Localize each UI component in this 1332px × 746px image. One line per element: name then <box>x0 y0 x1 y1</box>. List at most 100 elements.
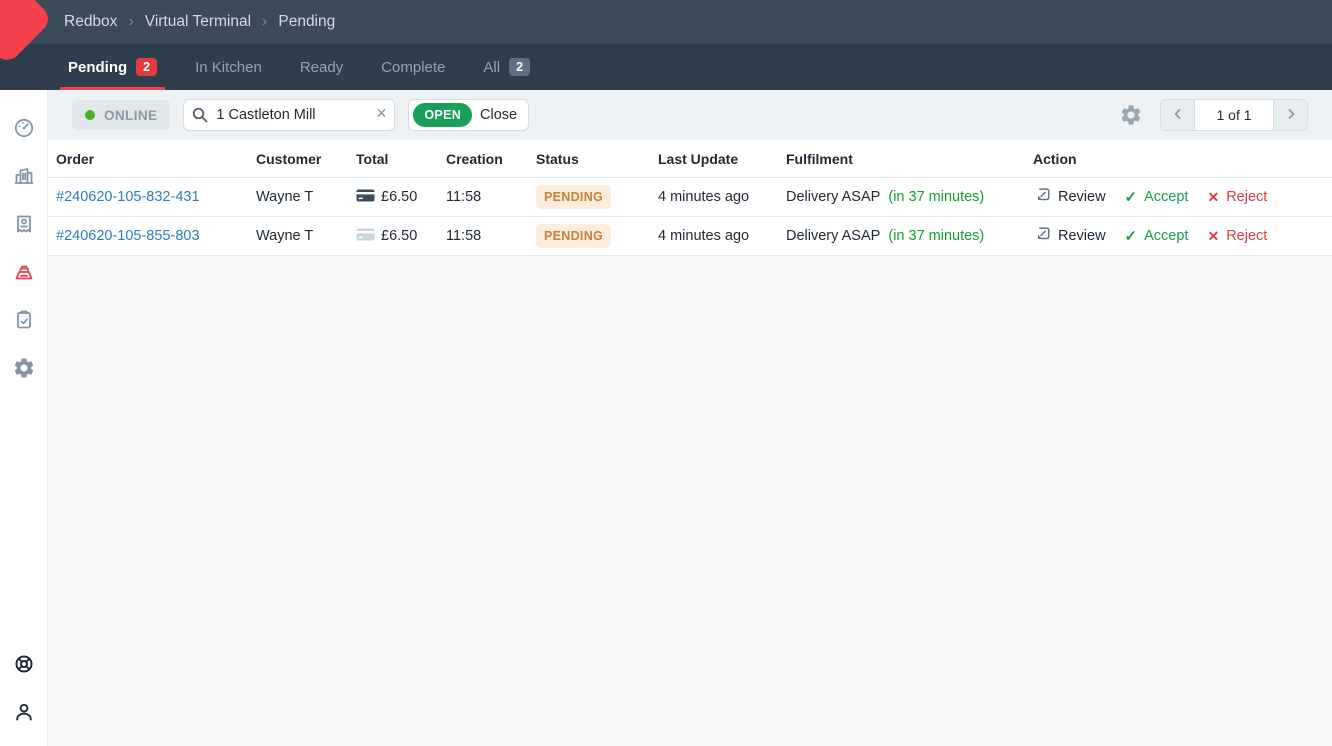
tab-pending-count-badge: 2 <box>136 58 157 77</box>
order-total: £6.50 <box>381 228 417 244</box>
sidebar-item-settings[interactable] <box>12 356 36 380</box>
payment-card-icon <box>356 189 375 206</box>
online-status-label: ONLINE <box>104 108 157 123</box>
tab-pending[interactable]: Pending 2 <box>64 44 161 90</box>
sidebar-item-account[interactable] <box>12 700 36 724</box>
gauge-icon <box>12 116 36 140</box>
review-document-icon <box>1033 186 1051 208</box>
sidebar-item-dashboard[interactable] <box>12 116 36 140</box>
receipt-icon <box>12 212 36 236</box>
reject-label: Reject <box>1226 228 1267 244</box>
check-icon: ✓ <box>1125 188 1138 206</box>
tab-pending-label: Pending <box>68 59 127 76</box>
column-header-status: Status <box>536 151 658 167</box>
fulfilment-eta: (in 37 minutes) <box>888 189 984 205</box>
sidebar-item-receipts[interactable] <box>12 212 36 236</box>
column-header-fulfilment: Fulfilment <box>786 151 1033 167</box>
creation-time: 11:58 <box>446 189 536 205</box>
status-badge: PENDING <box>536 224 611 248</box>
breadcrumb-separator-icon: › <box>128 13 133 31</box>
reject-button[interactable]: ✕ Reject <box>1207 228 1267 245</box>
review-document-icon <box>1033 225 1051 247</box>
search-box: ✕ <box>183 99 395 131</box>
tab-all[interactable]: All 2 <box>479 44 534 90</box>
column-header-last-update: Last Update <box>658 151 786 167</box>
customer-name: Wayne T <box>256 228 356 244</box>
tab-ready[interactable]: Ready <box>296 44 347 90</box>
fulfilment-type: Delivery ASAP <box>786 189 880 205</box>
column-header-customer: Customer <box>256 151 356 167</box>
top-header-bar: Redbox › Virtual Terminal › Pending <box>0 0 1332 44</box>
x-icon: ✕ <box>1207 189 1219 206</box>
accept-label: Accept <box>1144 189 1188 205</box>
pagination-control: 1 of 1 <box>1160 99 1308 131</box>
life-ring-icon <box>12 652 36 676</box>
cash-register-icon <box>12 260 36 284</box>
breadcrumb-item-virtual-terminal[interactable]: Virtual Terminal <box>145 13 251 31</box>
settings-gear-icon[interactable] <box>1119 103 1143 127</box>
tab-all-count-badge: 2 <box>509 58 530 77</box>
sidebar-item-orders[interactable] <box>12 308 36 332</box>
tab-in-kitchen[interactable]: In Kitchen <box>191 44 266 90</box>
sidebar-item-virtual-terminal[interactable] <box>12 260 36 284</box>
accept-button[interactable]: ✓ Accept <box>1125 227 1189 245</box>
tab-all-label: All <box>483 59 500 76</box>
tab-in-kitchen-label: In Kitchen <box>195 59 262 76</box>
review-label: Review <box>1058 228 1106 244</box>
orders-table: Order Customer Total Creation Status Las… <box>48 140 1332 256</box>
reject-label: Reject <box>1226 189 1267 205</box>
tab-complete[interactable]: Complete <box>377 44 449 90</box>
fulfilment-type: Delivery ASAP <box>786 228 880 244</box>
x-icon: ✕ <box>1207 228 1219 245</box>
review-button[interactable]: Review <box>1033 225 1106 247</box>
order-total: £6.50 <box>381 189 417 205</box>
search-input[interactable] <box>183 99 395 131</box>
page-indicator[interactable]: 1 of 1 <box>1194 100 1274 130</box>
sidebar <box>0 90 48 746</box>
payment-card-icon <box>356 228 375 245</box>
check-icon: ✓ <box>1125 227 1138 245</box>
breadcrumb-item-pending[interactable]: Pending <box>278 13 335 31</box>
breadcrumb-separator-icon: › <box>262 13 267 31</box>
chevron-right-icon <box>1284 107 1298 124</box>
order-number-link[interactable]: #240620-105-832-431 <box>56 189 200 205</box>
reject-button[interactable]: ✕ Reject <box>1207 189 1267 206</box>
column-header-creation: Creation <box>446 151 536 167</box>
sidebar-item-help[interactable] <box>12 652 36 676</box>
store-open-close-button[interactable]: OPEN Close <box>408 99 529 131</box>
open-status-badge: OPEN <box>413 103 472 127</box>
review-button[interactable]: Review <box>1033 186 1106 208</box>
column-header-total: Total <box>356 151 446 167</box>
review-label: Review <box>1058 189 1106 205</box>
online-status-chip: ONLINE <box>72 100 170 130</box>
accept-label: Accept <box>1144 228 1188 244</box>
tab-bar: Pending 2 In Kitchen Ready Complete All … <box>0 44 1332 90</box>
customer-name: Wayne T <box>256 189 356 205</box>
orders-toolbar: ONLINE ✕ OPEN Close <box>48 90 1332 140</box>
order-number-link[interactable]: #240620-105-855-803 <box>56 228 200 244</box>
building-icon <box>12 164 36 188</box>
previous-page-button[interactable] <box>1161 100 1194 130</box>
tab-ready-label: Ready <box>300 59 343 76</box>
column-header-action: Action <box>1033 151 1332 167</box>
column-header-order: Order <box>56 151 256 167</box>
toolbar-right-group: 1 of 1 <box>1119 99 1308 131</box>
person-icon <box>12 700 36 724</box>
sidebar-item-venue[interactable] <box>12 164 36 188</box>
creation-time: 11:58 <box>446 228 536 244</box>
gear-icon <box>12 356 36 380</box>
tab-complete-label: Complete <box>381 59 445 76</box>
fulfilment-eta: (in 37 minutes) <box>888 228 984 244</box>
breadcrumb-item-redbox[interactable]: Redbox <box>64 13 117 31</box>
clear-search-icon[interactable]: ✕ <box>376 105 388 122</box>
order-row: #240620-105-855-803 Wayne T £6.50 11:58 … <box>48 217 1332 256</box>
online-dot-icon <box>85 110 95 120</box>
close-store-label: Close <box>480 107 517 123</box>
order-row: #240620-105-832-431 Wayne T £6.50 11:58 … <box>48 178 1332 217</box>
search-icon <box>191 106 209 129</box>
status-badge: PENDING <box>536 185 611 209</box>
next-page-button[interactable] <box>1274 100 1307 130</box>
last-update: 4 minutes ago <box>658 189 786 205</box>
last-update: 4 minutes ago <box>658 228 786 244</box>
accept-button[interactable]: ✓ Accept <box>1125 188 1189 206</box>
